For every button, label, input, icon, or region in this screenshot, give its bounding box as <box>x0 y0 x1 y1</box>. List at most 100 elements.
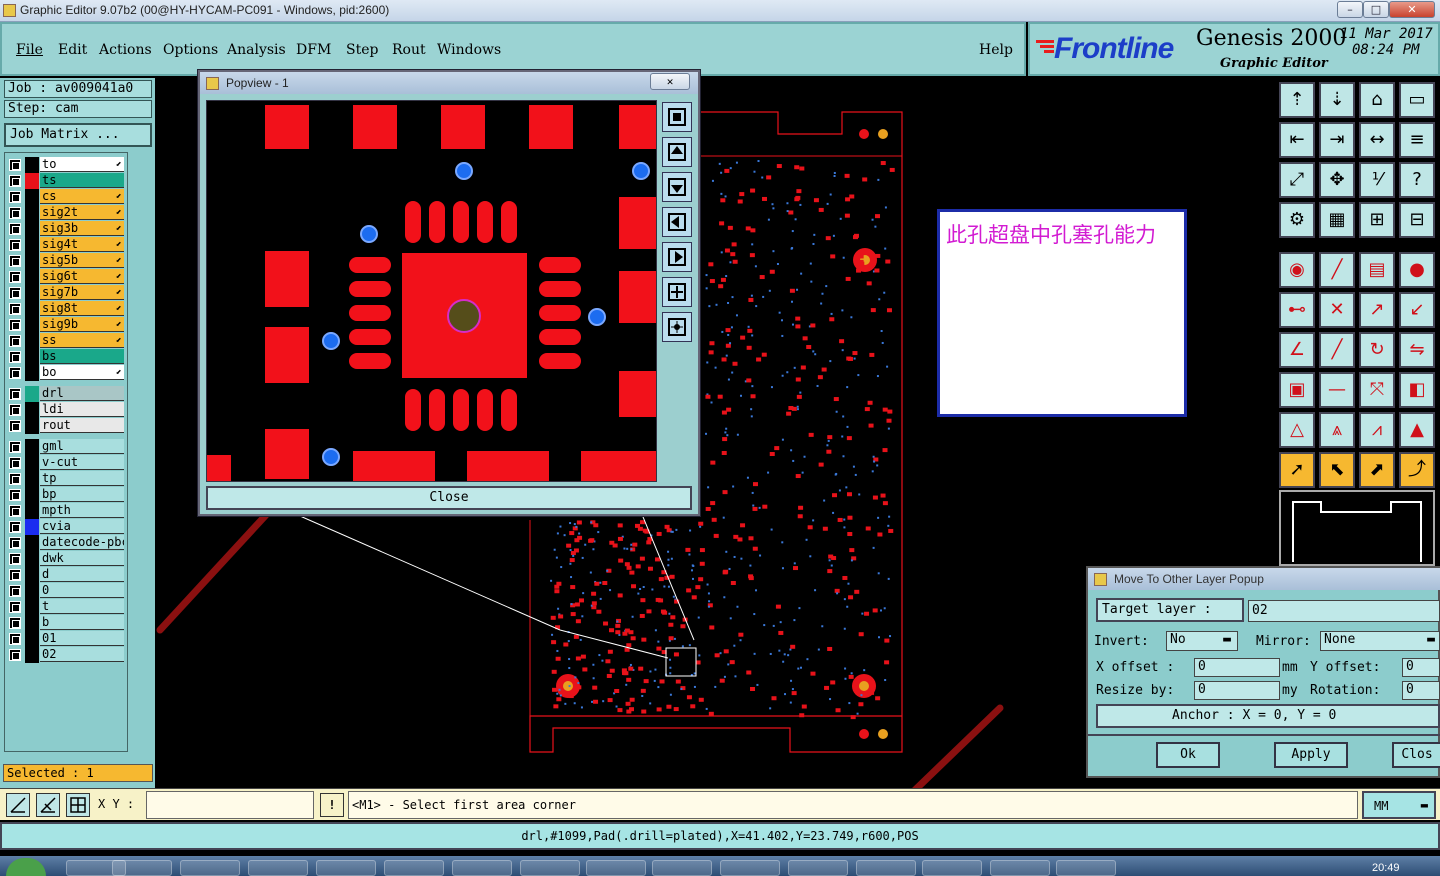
layer-name[interactable]: rout <box>40 418 124 433</box>
layer-color-swatch[interactable] <box>25 237 39 253</box>
layer-name[interactable]: sig5b ⬋ <box>40 253 124 268</box>
layer-color-swatch[interactable] <box>25 455 39 471</box>
zoom-in-icon[interactable] <box>662 277 692 307</box>
layer-checkbox[interactable] <box>9 633 21 645</box>
layer-row-drl[interactable]: drl <box>8 386 124 402</box>
taskbar-app-button[interactable] <box>112 860 172 876</box>
layer-name[interactable]: gml <box>40 439 124 454</box>
invert-select[interactable]: No ▬ <box>1166 631 1238 651</box>
flip-icon[interactable]: ⇋ <box>1399 332 1435 368</box>
grid-icon[interactable] <box>66 793 90 817</box>
layer-row-sig2t[interactable]: sig2t ⬋ <box>8 205 124 221</box>
layer-checkbox[interactable] <box>9 420 21 432</box>
layer-name[interactable]: to ⬋ <box>40 157 124 172</box>
layer-color-swatch[interactable] <box>25 631 39 647</box>
layer-row-sig6t[interactable]: sig6t ⬋ <box>8 269 124 285</box>
layer-checkbox[interactable] <box>9 159 21 171</box>
layer-color-swatch[interactable] <box>25 349 39 365</box>
layer-name[interactable]: d <box>40 567 124 582</box>
filter-icon[interactable]: ⊞ <box>1359 202 1395 238</box>
menu-windows[interactable]: Windows <box>437 42 501 58</box>
taskbar-app-button[interactable] <box>452 860 512 876</box>
layer-checkbox[interactable] <box>9 239 21 251</box>
mirror-select[interactable]: None ▬ <box>1320 631 1440 651</box>
pointer-icon[interactable]: ➚ <box>1279 452 1315 488</box>
layer-checkbox[interactable] <box>9 388 21 400</box>
layer-name[interactable]: sig3b ⬋ <box>40 221 124 236</box>
layer-checkbox[interactable] <box>9 271 21 283</box>
x-offset-input[interactable]: 0 <box>1194 658 1280 677</box>
taskbar-app-button[interactable] <box>720 860 780 876</box>
layer-name[interactable]: cvia <box>40 519 124 534</box>
menu-options[interactable]: Options <box>163 42 218 58</box>
zoom-out-icon[interactable] <box>662 312 692 342</box>
layer-checkbox[interactable] <box>9 303 21 315</box>
layer-name[interactable]: v-cut <box>40 455 124 470</box>
resize-input[interactable]: 0 <box>1194 681 1280 700</box>
layer-checkbox[interactable] <box>9 191 21 203</box>
apply-button[interactable]: Apply <box>1274 742 1348 768</box>
layer-color-swatch[interactable] <box>25 173 39 189</box>
menu-rout[interactable]: Rout <box>392 42 426 58</box>
layer-color-swatch[interactable] <box>25 535 39 551</box>
menu-dfm[interactable]: DFM <box>296 42 331 58</box>
menu-actions[interactable]: Actions <box>99 42 152 58</box>
layer-checkbox[interactable] <box>9 351 21 363</box>
layer-name[interactable]: b <box>40 615 124 630</box>
layer-checkbox[interactable] <box>9 223 21 235</box>
layer-checkbox[interactable] <box>9 553 21 565</box>
taskbar-app-button[interactable] <box>586 860 646 876</box>
menu-edit[interactable]: Edit <box>58 42 87 58</box>
layer-name[interactable]: sig7b ⬋ <box>40 285 124 300</box>
layer-row-sig7b[interactable]: sig7b ⬋ <box>8 285 124 301</box>
layer-row-sig9b[interactable]: sig9b ⬋ <box>8 317 124 333</box>
layer-row-to[interactable]: to ⬋ <box>8 157 124 173</box>
taskbar-app-button[interactable] <box>520 860 580 876</box>
layer-row-ts[interactable]: ts <box>8 173 124 189</box>
layer-color-swatch[interactable] <box>25 317 39 333</box>
layer-icon[interactable]: ◧ <box>1399 372 1435 408</box>
menu-file[interactable]: File <box>16 42 43 58</box>
settings-icon[interactable]: ⚙ <box>1279 202 1315 238</box>
layer-name[interactable]: sig6t ⬋ <box>40 269 124 284</box>
layer-row-sig4t[interactable]: sig4t ⬋ <box>8 237 124 253</box>
fit-icon[interactable]: ⤢ <box>1279 162 1315 198</box>
layer-row-rout[interactable]: rout <box>8 418 124 434</box>
select-icon[interactable]: ▣ <box>1279 372 1315 408</box>
layer-checkbox[interactable] <box>9 287 21 299</box>
layer-row-datecode-pbc[interactable]: datecode-pbc <box>8 535 124 551</box>
menu-help[interactable]: Help <box>979 42 1013 58</box>
layer-name[interactable]: drl <box>40 386 124 401</box>
layer-name[interactable]: sig9b ⬋ <box>40 317 124 332</box>
layer-row-t[interactable]: t <box>8 599 124 615</box>
minus-icon[interactable]: — <box>1319 372 1355 408</box>
layer-color-swatch[interactable] <box>25 221 39 237</box>
layer-name[interactable]: sig8t ⬋ <box>40 301 124 316</box>
layer-checkbox[interactable] <box>9 404 21 416</box>
layer-color-swatch[interactable] <box>25 519 39 535</box>
layer-row-b[interactable]: b <box>8 615 124 631</box>
popview-close-button[interactable]: Close <box>206 486 692 510</box>
layer-checkbox[interactable] <box>9 505 21 517</box>
layer-checkbox[interactable] <box>9 175 21 187</box>
layer-color-swatch[interactable] <box>25 583 39 599</box>
layer-name[interactable]: 01 <box>40 631 124 646</box>
layer-checkbox[interactable] <box>9 207 21 219</box>
layer-color-swatch[interactable] <box>25 365 39 381</box>
layer-color-swatch[interactable] <box>25 567 39 583</box>
layer-row-sig5b[interactable]: sig5b ⬋ <box>8 253 124 269</box>
connect-icon[interactable]: ⊷ <box>1279 292 1315 328</box>
layer-name[interactable]: cs ⬋ <box>40 189 124 204</box>
taskbar-app-button[interactable] <box>922 860 982 876</box>
scale-icon[interactable]: ⅟ <box>1359 162 1395 198</box>
layer-row-tp[interactable]: tp <box>8 471 124 487</box>
layer-row-bp[interactable]: bp <box>8 487 124 503</box>
layer-color-swatch[interactable] <box>25 615 39 631</box>
close-window-button[interactable]: ✕ <box>1389 1 1435 18</box>
home-icon[interactable]: ⇡ <box>1279 82 1315 118</box>
layer-checkbox[interactable] <box>9 367 21 379</box>
y-offset-input[interactable]: 0 <box>1402 658 1440 677</box>
strike-icon[interactable]: ≡ <box>1399 122 1435 158</box>
zoom-fit-icon[interactable]: ✥ <box>1319 162 1355 198</box>
pan-left-icon[interactable] <box>662 207 692 237</box>
